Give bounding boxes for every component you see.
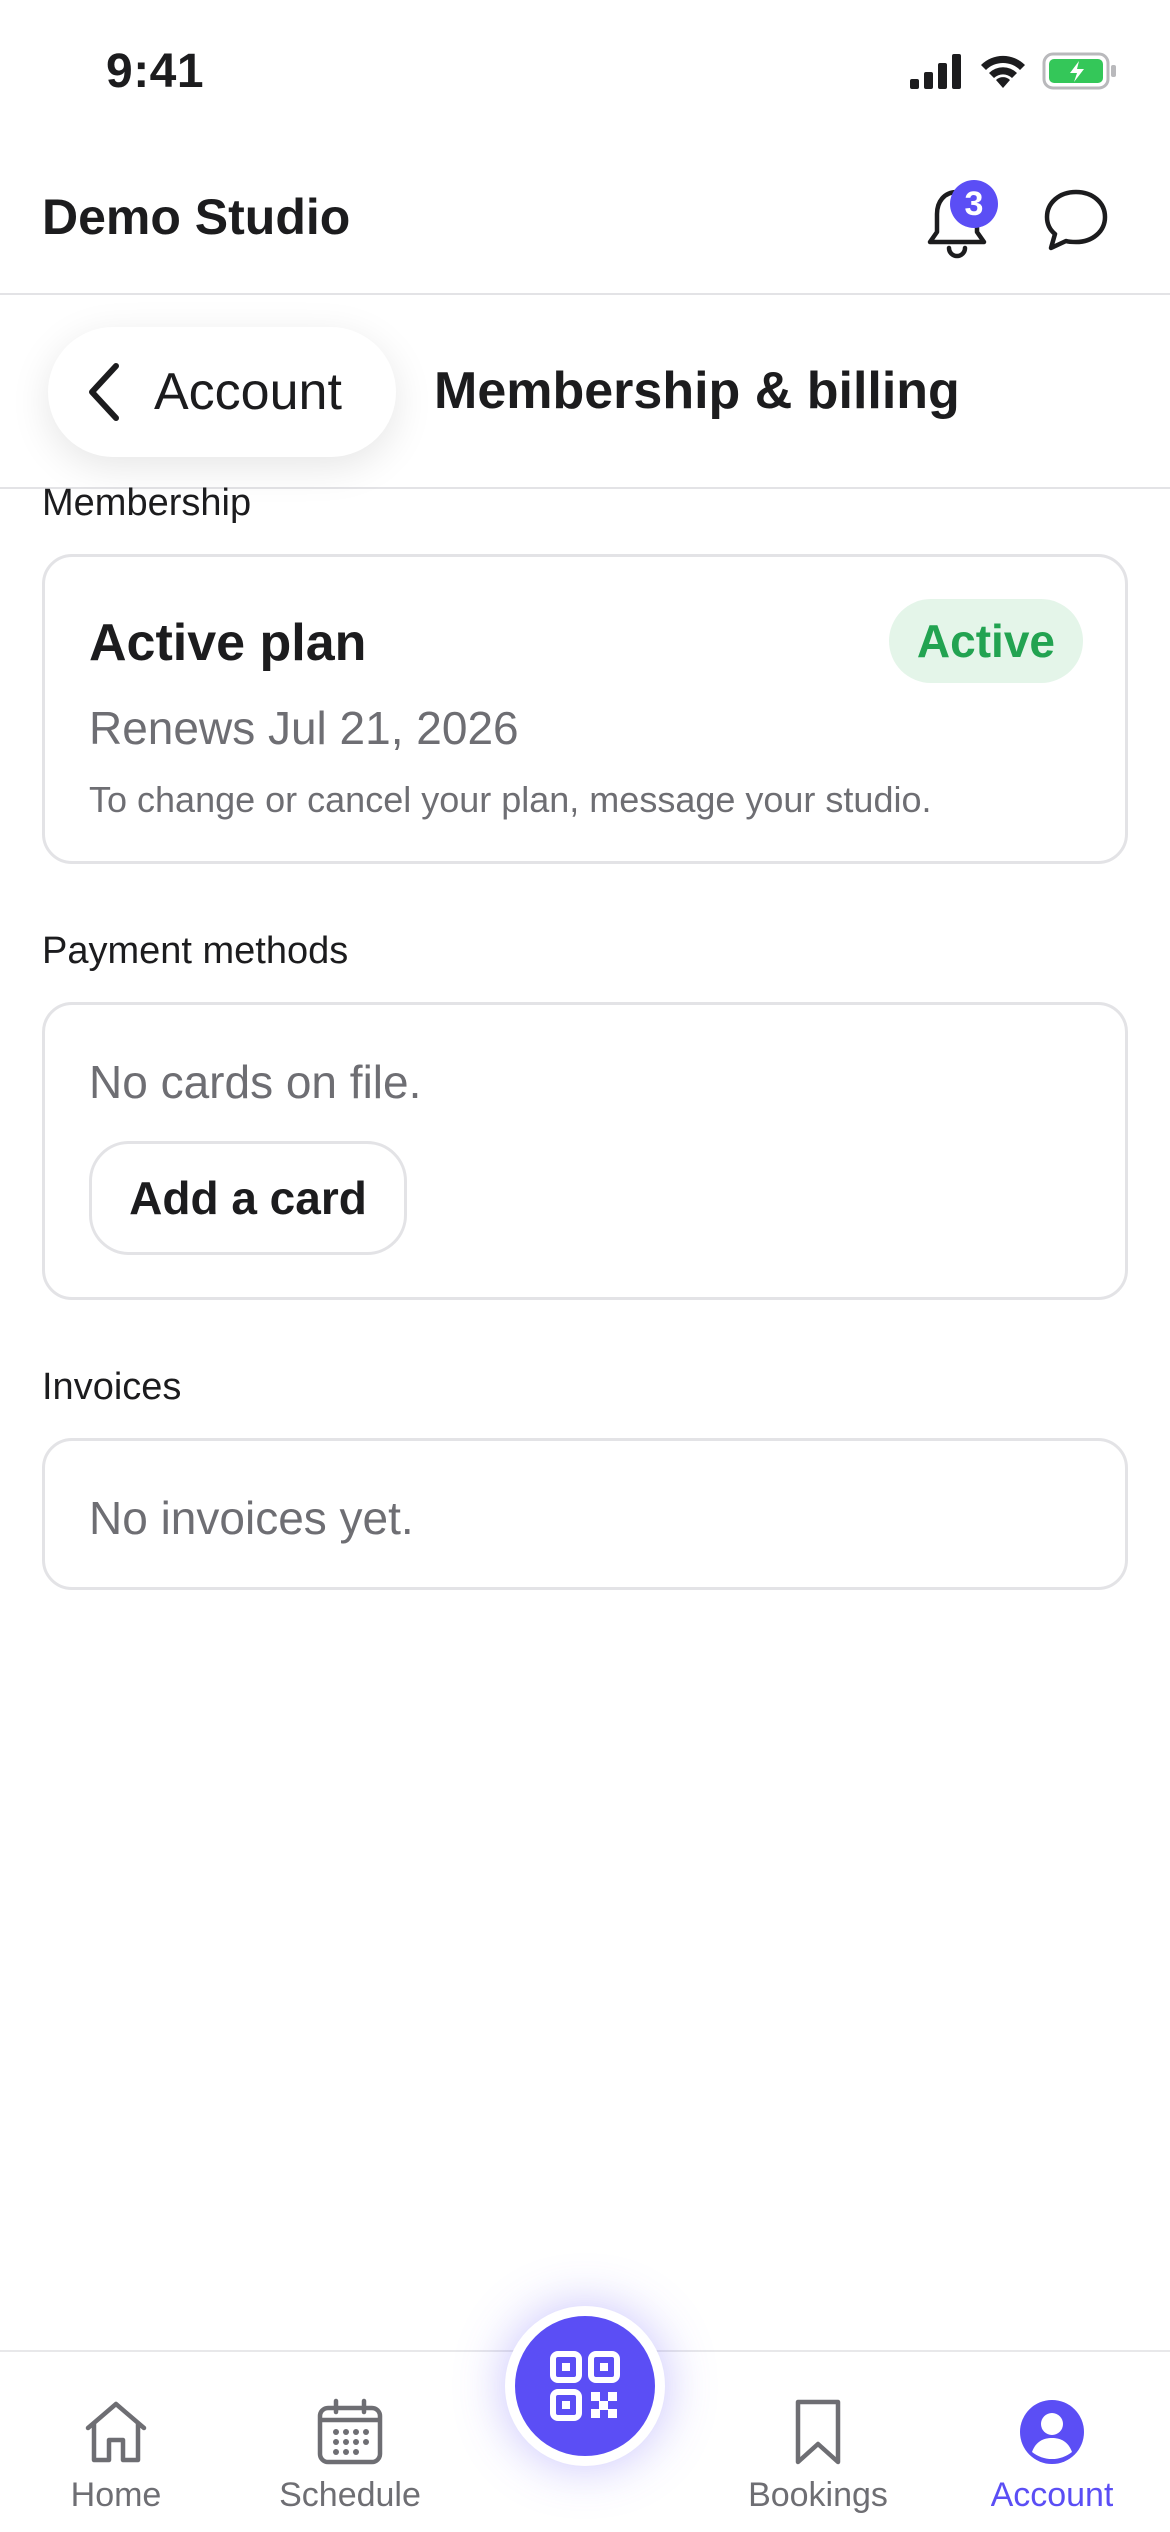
tab-home[interactable]: Home [16,2352,216,2532]
qr-code-icon [550,2351,620,2421]
wifi-icon [981,55,1025,88]
back-button-label: Account [154,363,342,421]
battery-icon [1042,52,1116,90]
status-bar: 9:41 [0,0,1170,150]
navigation-bar: Account Membership & billing [0,297,1170,489]
page-title: Membership & billing [434,362,960,420]
payment-methods-section-label: Payment methods [42,930,349,972]
status-icons [910,52,1118,90]
invoices-section-label: Invoices [42,1366,182,1408]
tab-schedule[interactable]: Schedule [250,2352,450,2532]
tab-schedule-label: Schedule [279,2476,421,2514]
tab-bookings[interactable]: Bookings [718,2352,918,2532]
notifications-button[interactable]: 3 [922,180,998,260]
header-actions: 3 [922,180,1110,260]
account-icon [1016,2392,1088,2472]
renewal-date: Renews Jul 21, 2026 [89,702,519,754]
chat-icon[interactable] [1042,186,1110,254]
tab-account-label: Account [990,2476,1114,2514]
membership-card: Active plan Active Renews Jul 21, 2026 T… [42,554,1128,864]
invoices-card: No invoices yet. [42,1438,1128,1590]
home-icon [80,2392,152,2472]
notification-badge: 3 [950,180,998,228]
cellular-signal-icon [910,54,961,89]
chevron-left-icon [89,363,119,421]
calendar-icon [314,2392,386,2472]
no-invoices-message: No invoices yet. [89,1492,414,1544]
tab-home-label: Home [70,2476,162,2514]
status-time: 9:41 [106,45,205,98]
studio-name: Demo Studio [42,189,351,245]
add-card-button[interactable]: Add a card [89,1141,407,1255]
status-badge: Active [888,599,1083,683]
membership-section-label: Membership [42,482,252,524]
payment-methods-card: No cards on file. Add a card [42,1002,1128,1300]
plan-change-note: To change or cancel your plan, message y… [89,779,932,820]
plan-title: Active plan [89,614,367,672]
tab-account[interactable]: Account [952,2352,1152,2532]
no-cards-message: No cards on file. [89,1056,422,1108]
qr-code-button[interactable] [505,2306,665,2466]
back-button[interactable]: Account [48,327,396,457]
tab-bookings-label: Bookings [748,2476,888,2514]
app-header: Demo Studio 3 [0,150,1170,295]
bookmark-icon [782,2392,854,2472]
